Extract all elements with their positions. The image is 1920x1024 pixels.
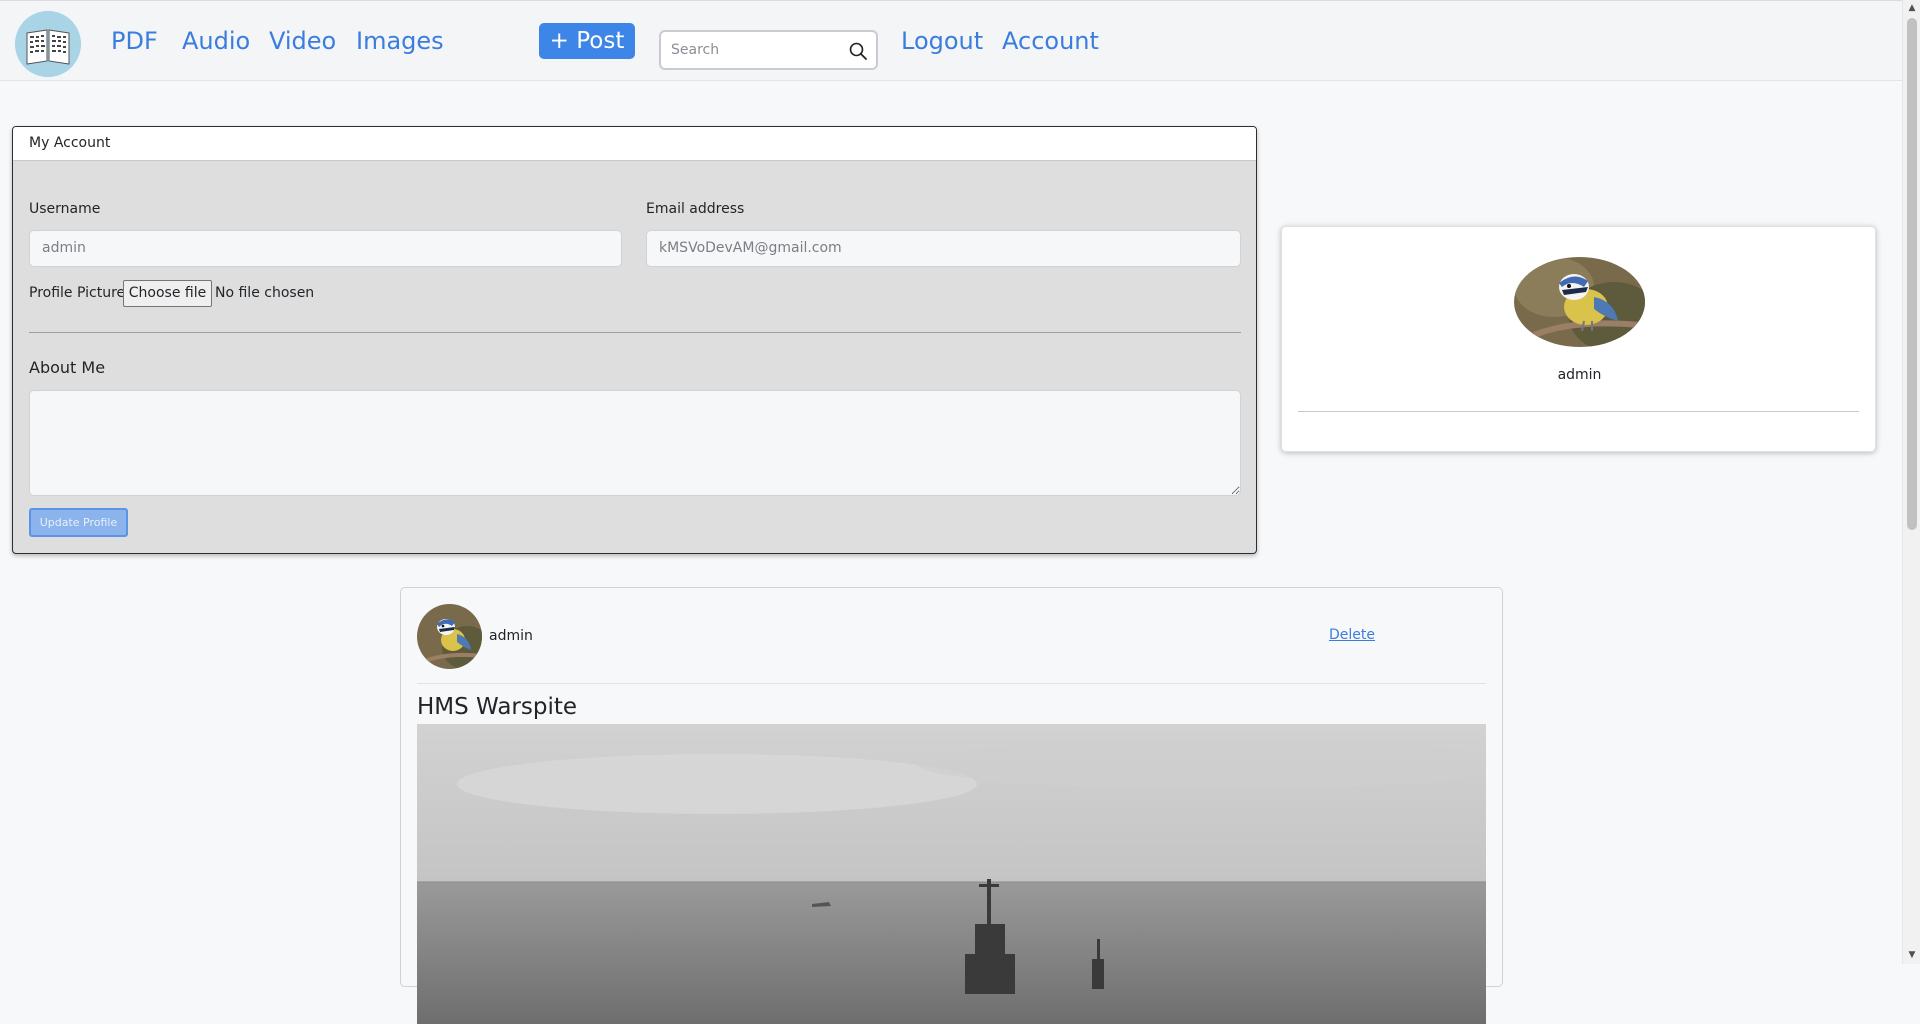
search-input[interactable] xyxy=(669,38,839,62)
page-scrollbar[interactable]: ▲ ▼ xyxy=(1902,0,1920,964)
card-header: My Account xyxy=(13,127,1256,161)
divider xyxy=(29,332,1241,333)
open-book-icon xyxy=(15,11,81,77)
profile-name: admin xyxy=(1557,367,1602,383)
email-label: Email address xyxy=(646,201,745,217)
scrollbar-thumb[interactable] xyxy=(1907,18,1917,530)
username-field[interactable]: admin xyxy=(29,230,622,267)
post-image xyxy=(417,724,1486,1024)
about-me-label: About Me xyxy=(29,358,106,377)
post-title: HMS Warspite xyxy=(417,694,578,720)
no-file-text: No file chosen xyxy=(215,285,315,301)
nav-video[interactable]: Video xyxy=(269,25,336,57)
post-author-avatar[interactable] xyxy=(417,604,482,669)
update-profile-button[interactable]: Update Profile xyxy=(29,508,128,537)
post-card: admin Delete HMS Warspite xyxy=(400,587,1503,1024)
nav-images[interactable]: Images xyxy=(356,25,444,57)
site-logo[interactable] xyxy=(15,11,81,77)
nav-account[interactable]: Account xyxy=(1002,25,1099,57)
divider xyxy=(1298,411,1859,412)
post-author-name: admin xyxy=(489,628,533,644)
choose-file-button[interactable]: Choose file xyxy=(123,280,212,307)
email-field[interactable]: kMSVoDevAM@gmail.com xyxy=(646,230,1241,267)
username-label: Username xyxy=(29,201,101,217)
delete-post-link[interactable]: Delete xyxy=(1329,627,1375,643)
profile-avatar xyxy=(1514,257,1645,347)
about-me-textarea[interactable] xyxy=(29,390,1241,496)
scroll-down-icon[interactable]: ▼ xyxy=(1907,950,1917,960)
nav-pdf[interactable]: PDF xyxy=(111,25,158,57)
card-title: My Account xyxy=(29,135,111,151)
nav-audio[interactable]: Audio xyxy=(182,25,250,57)
new-post-button[interactable]: + Post xyxy=(539,23,635,59)
scroll-up-icon[interactable]: ▲ xyxy=(1907,3,1917,13)
my-account-card: My Account Username admin Email address … xyxy=(12,126,1257,554)
nav-logout[interactable]: Logout xyxy=(901,25,983,57)
search-box xyxy=(659,30,878,70)
profile-picture-label: Profile Picture xyxy=(29,285,126,301)
navbar: PDF Audio Video Images + Post Logout Acc… xyxy=(0,0,1902,81)
profile-card: admin xyxy=(1281,226,1876,452)
divider xyxy=(417,683,1486,684)
search-icon[interactable] xyxy=(848,41,868,61)
